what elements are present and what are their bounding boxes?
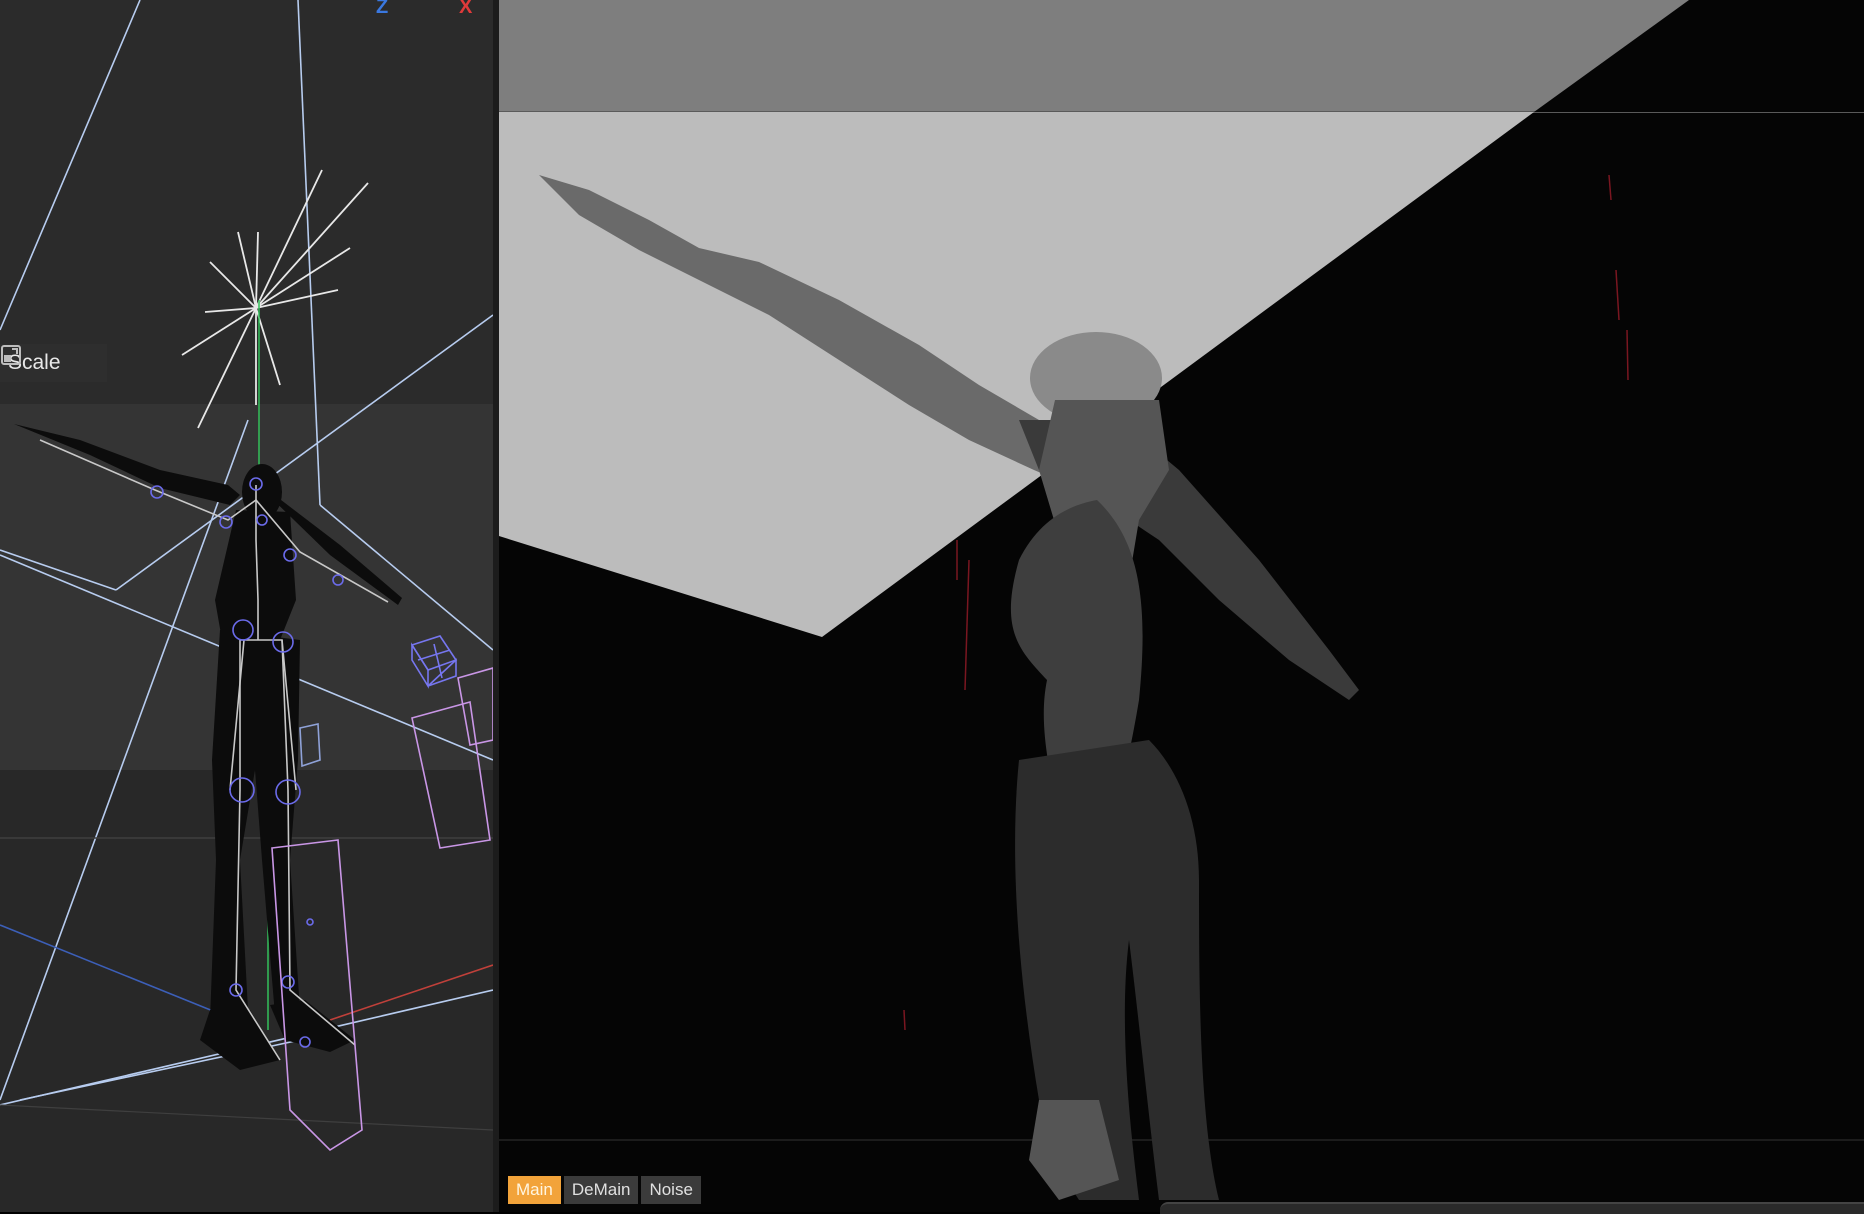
viewport-3d[interactable]: Z X Scale — [0, 0, 493, 1212]
collision-boxes[interactable] — [271, 667, 493, 1152]
light-gizmo[interactable] — [181, 169, 369, 429]
render-image — [499, 0, 1864, 1200]
scale-icon[interactable] — [1, 345, 97, 374]
render-tab-bar: Main DeMain Noise — [508, 1176, 701, 1204]
tab-main[interactable]: Main — [508, 1176, 561, 1204]
render-view[interactable] — [499, 0, 1864, 1212]
scale-tool[interactable]: Scale — [0, 344, 107, 382]
axis-x-label: X — [459, 0, 473, 18]
bottom-panel-edge[interactable] — [1160, 1202, 1864, 1214]
ground-line-2 — [0, 1104, 493, 1131]
character-silhouette — [14, 424, 402, 1070]
tab-demain[interactable]: DeMain — [563, 1176, 639, 1204]
tab-noise[interactable]: Noise — [641, 1176, 701, 1204]
axis-z-label: Z — [376, 0, 389, 18]
bounding-cube[interactable] — [410, 635, 458, 689]
render-lit-wall — [499, 112, 1534, 637]
viewport-scene — [0, 0, 493, 1152]
grid-axis-red — [329, 964, 493, 1021]
